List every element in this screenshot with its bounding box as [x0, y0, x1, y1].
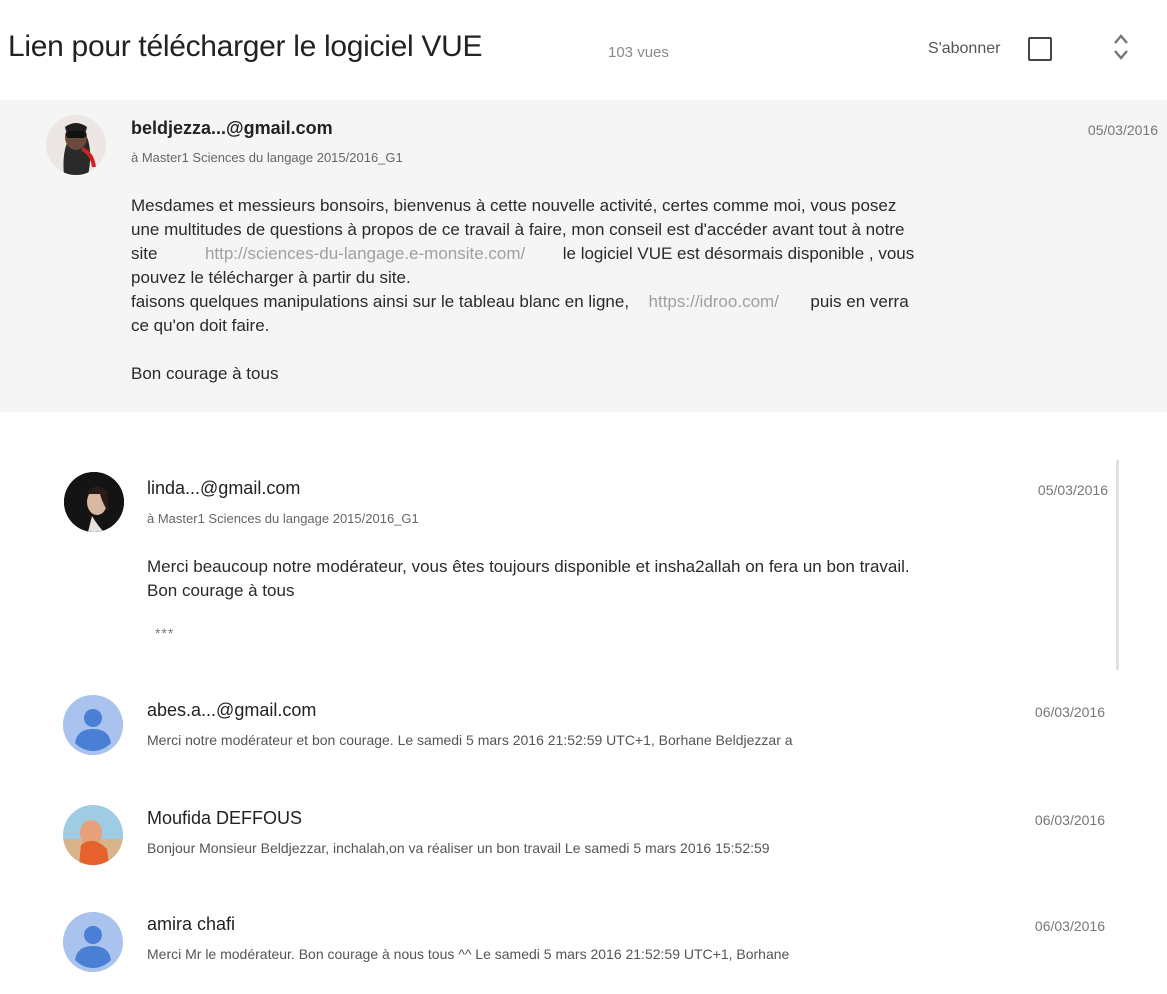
reply-snippet: Bonjour Monsieur Beldjezzar, inchalah,on…: [147, 840, 770, 856]
subscribe-label[interactable]: S'abonner: [928, 40, 1000, 58]
reply-author[interactable]: amira chafi: [147, 914, 235, 935]
reply-recipient: à Master1 Sciences du langage 2015/2016_…: [147, 511, 419, 526]
reply-date: 05/03/2016: [1037, 482, 1108, 498]
body-line: ce qu'on doit faire.: [131, 316, 270, 335]
avatar[interactable]: [64, 472, 124, 532]
reply-snippet: Merci notre modérateur et bon courage. L…: [147, 732, 793, 748]
subscribe-checkbox[interactable]: [1028, 37, 1052, 61]
reply-snippet: Merci Mr le modérateur. Bon courage à no…: [147, 946, 790, 962]
body-line: Mesdames et messieurs bonsoirs, bienvenu…: [131, 196, 897, 215]
expand-collapse-icon[interactable]: [1110, 30, 1132, 64]
default-avatar-icon[interactable]: [63, 912, 123, 972]
body-line: pouvez le télécharger à partir du site.: [131, 268, 411, 287]
idroo-link[interactable]: https://idroo.com/: [649, 292, 779, 311]
default-avatar-icon[interactable]: [63, 695, 123, 755]
body-closing: Bon courage à tous: [131, 364, 279, 383]
show-quoted-text-button[interactable]: ***: [155, 625, 174, 641]
reply-body: Merci beaucoup notre modérateur, vous êt…: [147, 555, 1107, 603]
main-post: beldjezza...@gmail.com à Master1 Science…: [0, 100, 1167, 412]
body-line: faisons quelques manipulations ainsi sur…: [131, 290, 1161, 314]
site-link[interactable]: http://sciences-du-langage.e-monsite.com…: [205, 244, 525, 263]
reply-date: 06/03/2016: [1034, 704, 1105, 720]
reply-author[interactable]: abes.a...@gmail.com: [147, 700, 316, 721]
post-date: 05/03/2016: [1087, 122, 1158, 138]
view-count: 103 vues: [608, 44, 669, 61]
body-text-segment: faisons quelques manipulations ainsi sur…: [131, 292, 630, 311]
thread-title: Lien pour télécharger le logiciel VUE: [8, 30, 483, 63]
body-line: site http://sciences-du-langage.e-monsit…: [131, 242, 1161, 266]
body-line: une multitudes de questions à propos de …: [131, 220, 905, 239]
post-body: Mesdames et messieurs bonsoirs, bienvenu…: [131, 194, 1161, 386]
user-photo: [63, 805, 123, 865]
reply-author[interactable]: linda...@gmail.com: [147, 478, 300, 499]
body-text-segment: le logiciel VUE est désormais disponible…: [562, 244, 915, 263]
post-author[interactable]: beldjezza...@gmail.com: [131, 118, 333, 139]
user-photo: [64, 472, 124, 532]
avatar[interactable]: [63, 805, 123, 865]
reply-date: 06/03/2016: [1034, 918, 1105, 934]
body-text-segment: site: [131, 244, 158, 263]
reply-post: linda...@gmail.com à Master1 Sciences du…: [37, 460, 1119, 670]
chevron-up-down-icon: [1114, 34, 1128, 60]
reply-date: 06/03/2016: [1034, 812, 1105, 828]
body-line: Merci beaucoup notre modérateur, vous êt…: [147, 557, 910, 576]
user-photo: [46, 115, 106, 175]
post-recipient: à Master1 Sciences du langage 2015/2016_…: [131, 150, 403, 165]
thread-page: Lien pour télécharger le logiciel VUE 10…: [0, 0, 1167, 994]
reply-author[interactable]: Moufida DEFFOUS: [147, 808, 302, 829]
body-text-segment: puis en verra: [810, 292, 909, 311]
body-line: Bon courage à tous: [147, 581, 295, 600]
avatar[interactable]: [46, 115, 106, 175]
